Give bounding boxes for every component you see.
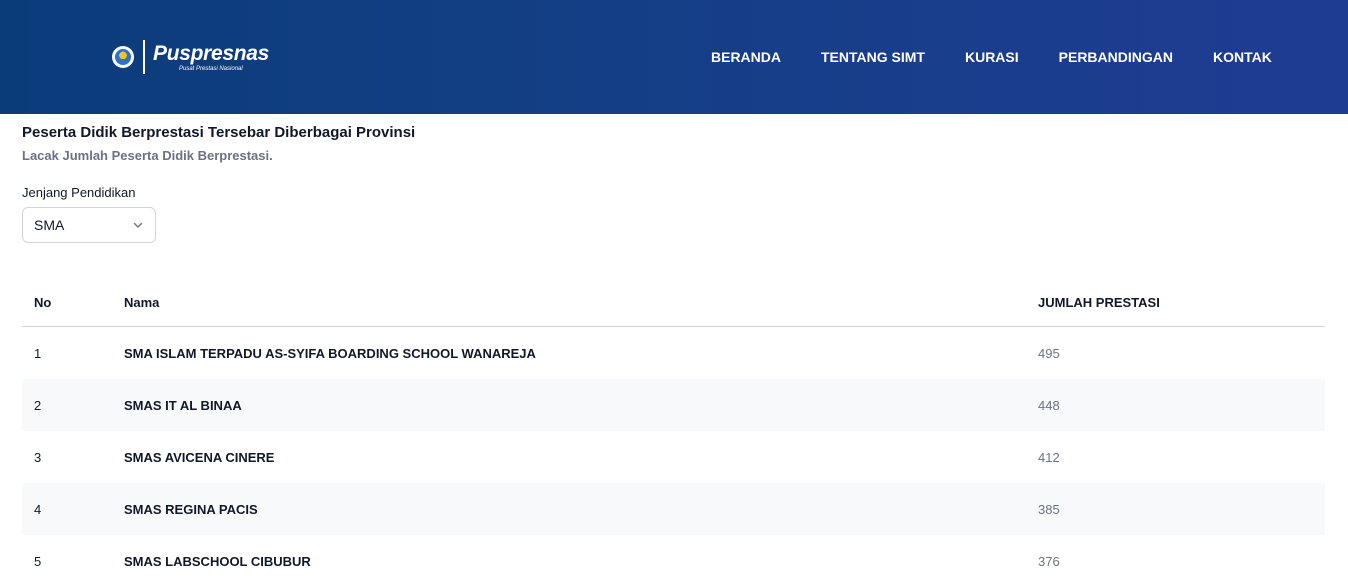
achievement-table: No Nama JUMLAH PRESTASI 1 SMA ISLAM TERP…: [22, 279, 1325, 587]
column-header-name: Nama: [124, 295, 160, 310]
brand-logo[interactable]: Puspresnas Pusat Prestasi Nasional: [112, 38, 269, 76]
chevron-down-icon: [132, 219, 144, 231]
row-school-name: SMAS LABSCHOOL CIBUBUR: [124, 553, 311, 569]
row-achievement-count: 495: [1038, 345, 1060, 361]
row-no: 2: [34, 397, 42, 413]
ministry-emblem-icon: [112, 46, 134, 68]
page-subtitle: Lacak Jumlah Peserta Didik Berprestasi.: [22, 148, 273, 163]
main-nav: BERANDA TENTANG SIMT KURASI PERBANDINGAN…: [711, 47, 1272, 67]
top-navbar: Puspresnas Pusat Prestasi Nasional BERAN…: [0, 0, 1348, 114]
table-row[interactable]: 4 SMAS REGINA PACIS 385: [22, 483, 1325, 535]
row-no: 4: [34, 501, 42, 517]
education-level-select[interactable]: SMA: [22, 207, 156, 243]
row-achievement-count: 376: [1038, 553, 1060, 569]
row-achievement-count: 385: [1038, 501, 1060, 517]
education-level-value: SMA: [34, 217, 65, 233]
row-school-name: SMAS IT AL BINAA: [124, 397, 242, 413]
table-row[interactable]: 2 SMAS IT AL BINAA 448: [22, 379, 1325, 431]
row-no: 3: [34, 449, 42, 465]
nav-kurasi[interactable]: KURASI: [965, 47, 1019, 67]
nav-kontak[interactable]: KONTAK: [1213, 47, 1272, 67]
brand-name: Puspresnas: [153, 41, 270, 65]
nav-beranda[interactable]: BERANDA: [711, 47, 781, 67]
column-header-count: JUMLAH PRESTASI: [1038, 295, 1160, 310]
row-no: 5: [34, 553, 42, 569]
row-school-name: SMA ISLAM TERPADU AS-SYIFA BOARDING SCHO…: [124, 345, 536, 361]
row-achievement-count: 412: [1038, 449, 1060, 465]
row-no: 1: [34, 345, 42, 361]
education-level-label: Jenjang Pendidikan: [22, 185, 136, 200]
column-header-no: No: [34, 295, 52, 310]
row-achievement-count: 448: [1038, 397, 1060, 413]
row-school-name: SMAS REGINA PACIS: [124, 501, 258, 517]
row-school-name: SMAS AVICENA CINERE: [124, 449, 275, 465]
brand-tagline: Pusat Prestasi Nasional: [179, 65, 243, 72]
logo-divider: [143, 40, 145, 74]
page-title: Peserta Didik Berprestasi Tersebar Diber…: [22, 124, 416, 141]
nav-perbandingan[interactable]: PERBANDINGAN: [1059, 47, 1173, 67]
table-row[interactable]: 1 SMA ISLAM TERPADU AS-SYIFA BOARDING SC…: [22, 327, 1325, 379]
table-header: No Nama JUMLAH PRESTASI: [22, 279, 1325, 327]
table-row[interactable]: 5 SMAS LABSCHOOL CIBUBUR 376: [22, 535, 1325, 587]
nav-tentang-simt[interactable]: TENTANG SIMT: [821, 47, 925, 67]
table-row[interactable]: 3 SMAS AVICENA CINERE 412: [22, 431, 1325, 483]
